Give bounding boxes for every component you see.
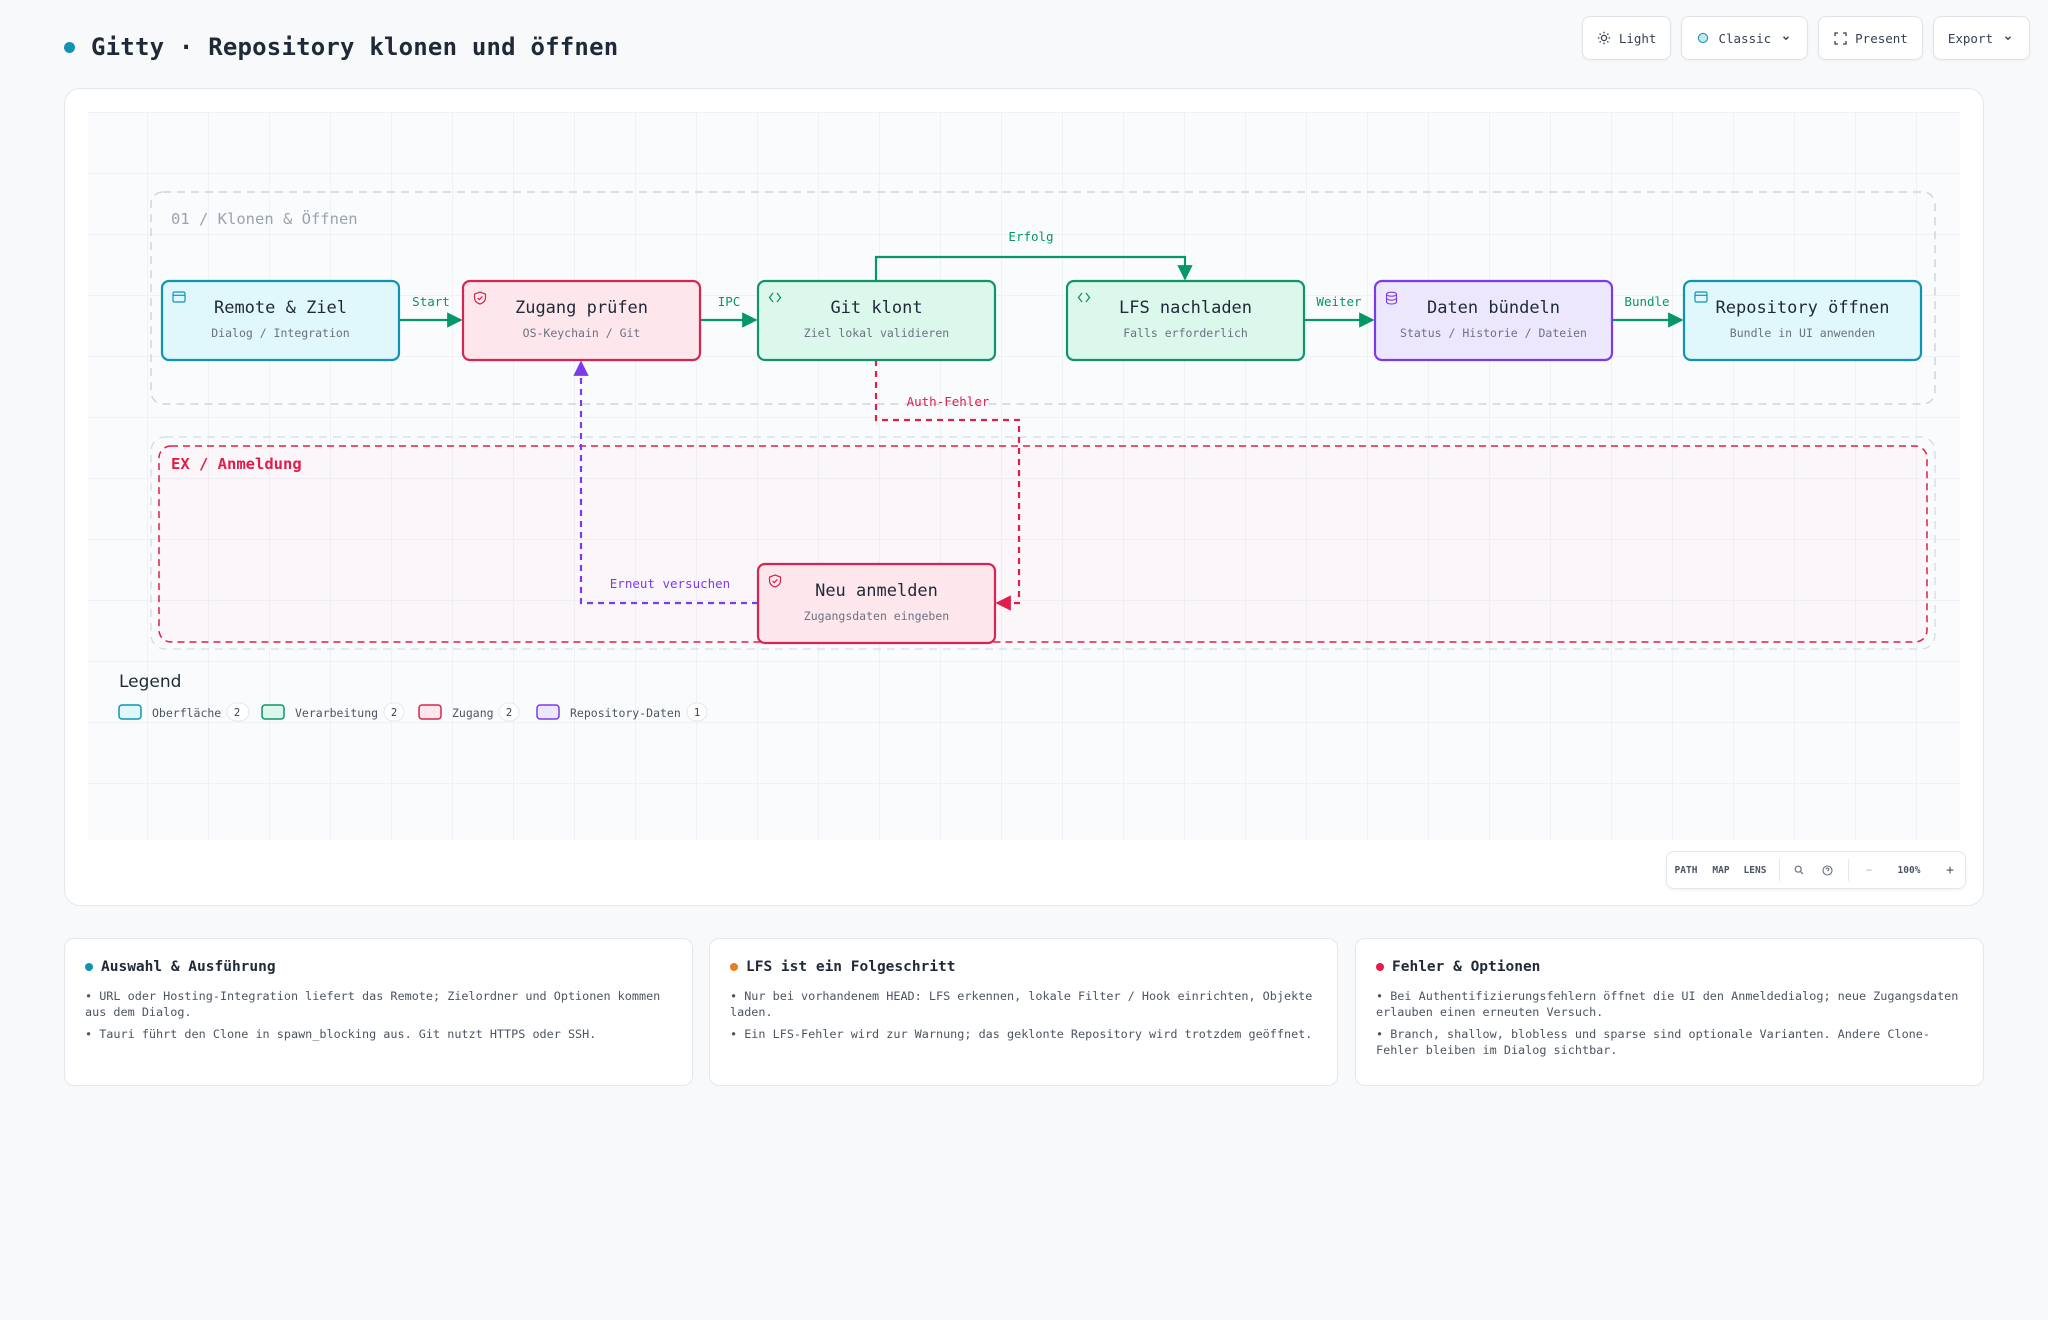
node-title: LFS nachladen <box>1119 298 1252 318</box>
legend-count: 2 <box>234 707 240 719</box>
node-bundle[interactable]: Daten bündeln Status / Historie / Dateien <box>1373 279 1614 362</box>
group-box <box>158 445 1928 643</box>
note-text: • URL oder Hosting-Integration liefert d… <box>85 989 661 1019</box>
node-title: Repository öffnen <box>1716 298 1890 318</box>
search-icon[interactable] <box>1786 852 1812 888</box>
node-subtitle: Dialog / Integration <box>211 326 349 340</box>
note-title: Fehler & Optionen <box>1376 959 1963 975</box>
lens-button[interactable]: LENS <box>1737 852 1773 888</box>
legend-swatch <box>118 704 142 720</box>
node-relogin[interactable]: Neu anmelden Zugangsdaten eingeben <box>756 562 997 645</box>
legend-label: Zugang <box>452 706 494 720</box>
edge-label: Erneut versuchen <box>610 576 730 591</box>
note-text: • Ein LFS-Fehler wird zur Warnung; das g… <box>730 1027 1313 1041</box>
legend-item: Verarbeitung 2 <box>261 702 405 722</box>
node-remote[interactable]: Remote & Ziel Dialog / Integration <box>160 279 401 362</box>
node-box <box>1373 279 1614 362</box>
note-card: LFS ist ein Folgeschritt • Nur bei vorha… <box>709 938 1338 1086</box>
note-card: Fehler & Optionen • Bei Authentifizierun… <box>1355 938 1984 1086</box>
map-button[interactable]: MAP <box>1705 852 1737 888</box>
legend-swatch <box>261 704 285 720</box>
toolbar-divider <box>1848 859 1849 881</box>
node-zugang[interactable]: Zugang prüfen OS-Keychain / Git <box>461 279 702 362</box>
note-dot <box>730 963 738 971</box>
node-clone[interactable]: Git klont Ziel lokal validieren <box>756 279 997 362</box>
node-subtitle: Bundle in UI anwenden <box>1730 326 1875 340</box>
path-button[interactable]: PATH <box>1667 852 1705 888</box>
group-label: 01 / Klonen & Öffnen <box>171 209 358 228</box>
note-title: Auswahl & Ausführung <box>85 959 672 975</box>
help-icon[interactable] <box>1812 852 1842 888</box>
legend-swatch <box>418 704 442 720</box>
edge-label: Weiter <box>1316 294 1362 309</box>
zoom-out-button[interactable]: − <box>1855 852 1883 888</box>
note-card: Auswahl & Ausführung • URL oder Hosting-… <box>64 938 693 1086</box>
note-text: • Bei Authentifizierungsfehlern öffnet d… <box>1376 989 1959 1019</box>
edge-label: IPC <box>718 294 741 309</box>
flow-diagram: 01 / Klonen & Öffnen EX / Anmeldung Start I… <box>118 191 1936 722</box>
legend-count: 2 <box>506 707 512 719</box>
legend-item: Oberfläche 2 <box>118 702 250 722</box>
node-title: Neu anmelden <box>815 581 938 601</box>
note-text: • Branch, shallow, blobless und sparse s… <box>1376 1027 1930 1057</box>
note-text: • Tauri führt den Clone in spawn_blockin… <box>85 1027 597 1041</box>
legend-label: Repository-Daten <box>570 706 681 720</box>
node-title: Remote & Ziel <box>214 298 347 318</box>
node-box <box>756 562 997 645</box>
node-lfs[interactable]: LFS nachladen Falls erforderlich <box>1065 279 1306 362</box>
note-title: LFS ist ein Folgeschritt <box>730 959 1317 975</box>
edge-label: Erfolg <box>1008 229 1053 244</box>
notes-row: Auswahl & Ausführung • URL oder Hosting-… <box>64 938 1984 1086</box>
edge-label: Bundle <box>1624 294 1669 309</box>
legend-title: Legend <box>119 672 181 692</box>
edge-label: Start <box>412 294 450 309</box>
legend-label: Oberfläche <box>152 706 221 720</box>
edge-clone-lfs <box>874 255 1193 281</box>
node-box <box>461 279 702 362</box>
legend-count: 1 <box>694 707 700 719</box>
note-text: • Nur bei vorhandenem HEAD: LFS erkennen… <box>730 989 1313 1019</box>
node-subtitle: Status / Historie / Dateien <box>1400 326 1587 340</box>
zoom-in-button[interactable]: + <box>1935 852 1965 888</box>
node-subtitle: Zugangsdaten eingeben <box>804 609 949 623</box>
legend-swatch <box>536 704 560 720</box>
node-subtitle: OS-Keychain / Git <box>523 326 641 340</box>
node-box <box>1065 279 1306 362</box>
legend-item: Zugang 2 <box>418 702 520 722</box>
node-box <box>160 279 401 362</box>
node-open[interactable]: Repository öffnen Bundle in UI anwenden <box>1682 279 1923 362</box>
note-dot <box>1376 963 1384 971</box>
note-dot <box>85 963 93 971</box>
group-label: EX / Anmeldung <box>171 455 302 473</box>
node-title: Git klont <box>830 298 922 318</box>
legend-item: Repository-Daten 1 <box>536 702 708 722</box>
edge-label: Auth-Fehler <box>907 394 990 409</box>
node-box <box>756 279 997 362</box>
legend-label: Verarbeitung <box>295 706 378 720</box>
node-subtitle: Ziel lokal validieren <box>804 326 949 340</box>
zoom-toolbar: PATH MAP LENS − 100% + <box>1666 851 1966 889</box>
node-box <box>1682 279 1923 362</box>
toolbar-divider <box>1779 859 1780 881</box>
node-title: Zugang prüfen <box>515 298 648 318</box>
zoom-level: 100% <box>1897 864 1921 876</box>
node-subtitle: Falls erforderlich <box>1123 326 1248 340</box>
node-title: Daten bündeln <box>1427 298 1560 318</box>
legend-count: 2 <box>391 707 397 719</box>
